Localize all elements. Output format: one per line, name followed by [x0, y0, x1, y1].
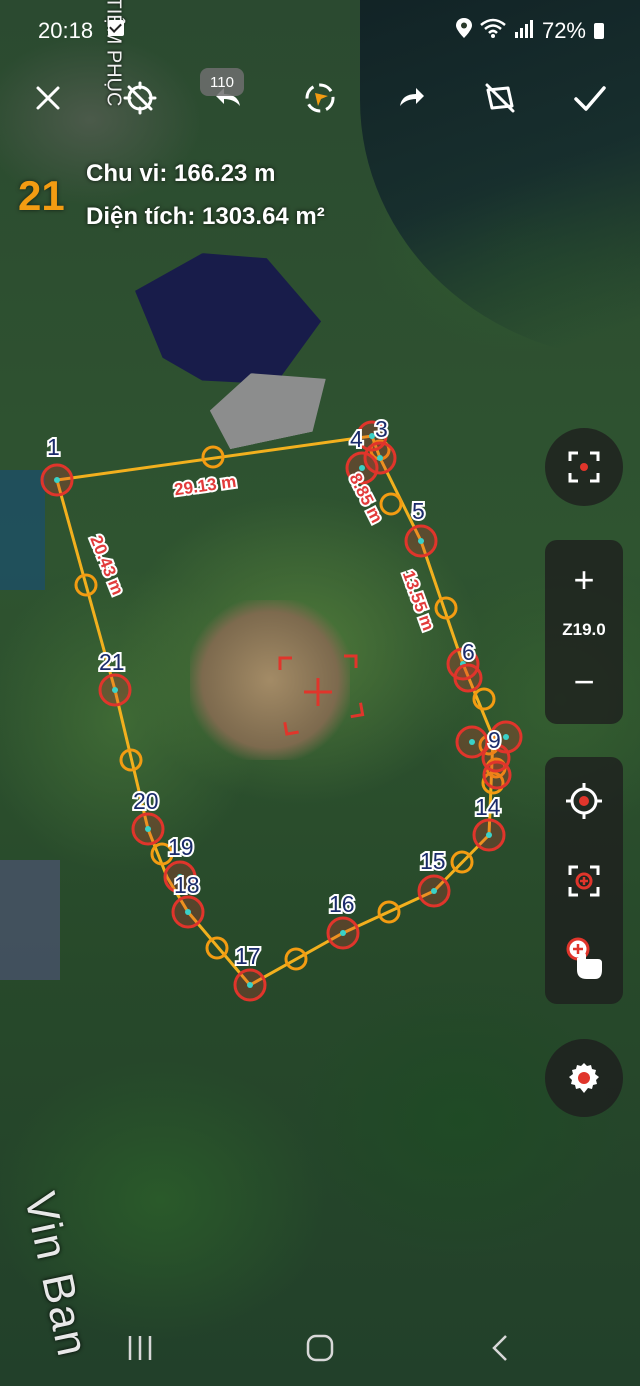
close-button[interactable] — [20, 70, 76, 126]
recent-apps-icon — [128, 1336, 152, 1360]
area-text: Diện tích: 1303.64 m² — [86, 203, 325, 230]
zoom-in-button[interactable]: + — [545, 560, 623, 600]
undo-count-badge: 110 — [200, 68, 244, 96]
confirm-button[interactable] — [562, 70, 618, 126]
vertex-label: 1 — [47, 434, 60, 460]
vertex-label: 4 — [350, 426, 363, 452]
zoom-level: Z19.0 — [562, 620, 606, 639]
measure-toolbar — [0, 70, 640, 126]
status-time: 20:18 — [38, 18, 94, 43]
zoom-panel: + Z19.0 − — [545, 540, 623, 724]
perimeter-text: Chu vi: 166.23 m — [86, 160, 276, 187]
back-button[interactable] — [470, 1328, 530, 1368]
vertex-label: 21 — [99, 649, 125, 675]
compass-button[interactable] — [292, 70, 348, 126]
settings-button[interactable] — [545, 1039, 623, 1117]
vertex-8 — [455, 725, 489, 759]
redo-icon — [400, 88, 424, 106]
vertex-15 — [417, 874, 451, 908]
clear-shape-button[interactable] — [472, 70, 528, 126]
check-notification-icon — [108, 20, 124, 36]
back-icon — [492, 1335, 507, 1361]
distance-label: 20.43 m — [86, 533, 127, 598]
tap-add-point-button[interactable] — [545, 927, 623, 991]
vertex-14 — [472, 818, 506, 852]
vertex-label: 19 — [168, 834, 194, 860]
zoom-out-button[interactable]: − — [545, 662, 623, 702]
battery-icon — [594, 23, 604, 39]
center-crosshair-icon — [278, 654, 365, 736]
focus-frame-icon — [568, 451, 600, 483]
wifi-icon — [480, 18, 506, 44]
vertex-points[interactable] — [40, 420, 523, 1002]
settings-icon — [569, 1063, 599, 1093]
vertex-label: 17 — [235, 943, 261, 969]
vertex-label: 14 — [475, 794, 501, 820]
vertex-label: 15 — [420, 848, 446, 874]
tap-add-point-icon — [566, 937, 602, 979]
status-icons: 72% — [455, 18, 604, 44]
compass-icon — [305, 83, 335, 113]
location-icon — [455, 18, 472, 44]
vertex-17 — [233, 968, 267, 1002]
signal-icon — [514, 18, 534, 44]
battery-percent: 72% — [541, 18, 586, 43]
vertex-1 — [40, 463, 74, 497]
redo-button[interactable] — [382, 70, 438, 126]
add-center-point-button[interactable] — [545, 849, 623, 913]
vertex-18 — [171, 895, 205, 929]
vertex-20 — [131, 812, 165, 846]
disable-location-icon — [123, 81, 157, 115]
distance-label: 29.13 m — [173, 472, 237, 499]
focus-shape-button[interactable] — [545, 428, 623, 506]
point-count: 21 — [18, 172, 65, 219]
my-location-button[interactable] — [545, 769, 623, 833]
home-icon — [306, 1334, 334, 1362]
vertex-label: 9 — [488, 727, 501, 753]
distance-label: 8.85 m — [345, 470, 386, 526]
vertex-16 — [326, 916, 360, 950]
vertex-label: 3 — [375, 416, 388, 442]
vertex-label: 16 — [329, 891, 355, 917]
vertex-11 — [482, 760, 512, 790]
status-bar: 20:18 72% — [0, 0, 640, 62]
vertex-label: 5 — [412, 498, 425, 524]
recent-apps-button[interactable] — [110, 1328, 170, 1368]
disable-location-button[interactable] — [112, 70, 168, 126]
vertex-5 — [404, 524, 438, 558]
my-location-icon — [566, 783, 602, 819]
vertex-7 — [453, 663, 483, 693]
clear-shape-icon — [485, 83, 515, 113]
vertex-label: 20 — [133, 788, 159, 814]
add-center-point-icon — [568, 865, 600, 897]
home-button[interactable] — [290, 1328, 350, 1368]
confirm-check-icon — [574, 86, 606, 111]
vertex-label: 18 — [174, 872, 200, 898]
system-nav-bar — [0, 1310, 640, 1386]
vertex-label: 6 — [462, 639, 475, 665]
vertex-21 — [98, 673, 132, 707]
tools-panel — [545, 757, 623, 1004]
close-icon — [36, 86, 60, 110]
